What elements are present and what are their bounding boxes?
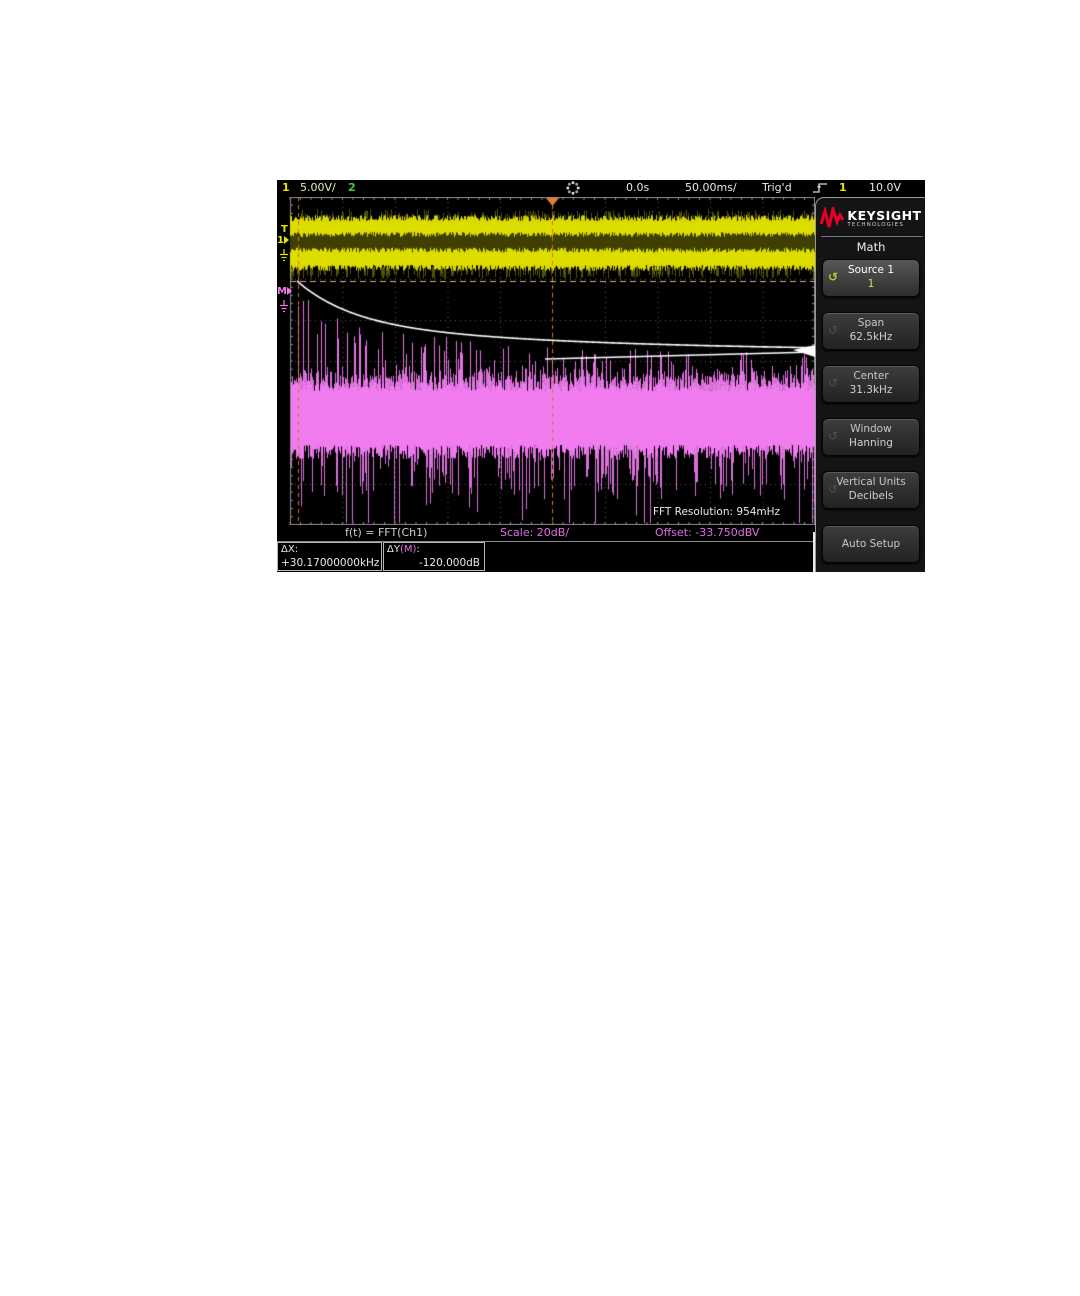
softkey-window[interactable]: ↺ Window Hanning — [822, 418, 920, 456]
knob-rotate-icon: ↺ — [828, 270, 839, 284]
trigger-status: Trig'd — [762, 181, 792, 194]
trigger-level-marker[interactable]: T — [281, 225, 288, 235]
waveform-display — [277, 197, 815, 525]
arrow-right-icon — [286, 287, 292, 295]
delta-x-label: ΔX: — [281, 544, 299, 555]
keysight-spark-icon — [820, 207, 845, 228]
acquisition-spinner-icon — [566, 181, 580, 198]
horizontal-delay[interactable]: 0.0s — [626, 181, 649, 194]
waveform-area: T 1 M FFT Resolution: 954mHz — [277, 197, 815, 525]
math-settings-row: f(t) = FFT(Ch1) Scale: 20dB/ Offset: -33… — [277, 525, 815, 542]
softkey-source[interactable]: ↺ Source 1 1 — [822, 259, 920, 297]
knob-rotate-icon: ↺ — [828, 376, 839, 390]
status-bar: 1 5.00V/ 2 0.0s 50.00ms/ Trig'd 1 10.0V — [277, 180, 925, 197]
delta-y-readout: ΔY(M): -120.000dB — [383, 542, 485, 571]
math-offset-label[interactable]: Offset: -33.750dBV — [655, 526, 759, 539]
delta-x-readout: ΔX: +30.17000000kHz — [277, 542, 382, 571]
trigger-level[interactable]: 10.0V — [869, 181, 901, 194]
keysight-logo: KEYSIGHT TECHNOLOGIES — [816, 203, 925, 233]
channel1-ground-marker[interactable]: 1 — [277, 236, 289, 246]
knob-rotate-icon: ↺ — [828, 429, 839, 443]
math-scale-label[interactable]: Scale: 20dB/ — [500, 526, 569, 539]
delta-y-label: ΔY(M): — [387, 544, 420, 555]
delta-x-value: +30.17000000kHz — [281, 557, 380, 569]
channel1-ground-icon — [279, 247, 289, 266]
fft-resolution-readout: FFT Resolution: 954mHz — [653, 506, 781, 518]
brand-name: KEYSIGHT — [847, 207, 922, 223]
cursor-readout-row: ΔX: +30.17000000kHz ΔY(M): -120.000dB — [277, 542, 815, 572]
channel1-scale[interactable]: 5.00V/ — [300, 181, 336, 194]
knob-rotate-icon: ↺ — [828, 323, 839, 337]
delta-y-value: -120.000dB — [418, 557, 480, 569]
trigger-edge-icon — [813, 181, 829, 197]
trigger-source[interactable]: 1 — [839, 181, 847, 194]
softkey-vertical-units[interactable]: ↺ Vertical Units Decibels — [822, 471, 920, 509]
channel2-number[interactable]: 2 — [348, 181, 356, 194]
channel1-number[interactable]: 1 — [282, 181, 290, 194]
knob-rotate-icon: ↺ — [828, 482, 839, 496]
arrow-right-icon — [283, 236, 289, 244]
timebase-setting[interactable]: 50.00ms/ — [685, 181, 737, 194]
math-ground-marker[interactable]: M — [277, 287, 292, 297]
softkey-auto-setup[interactable]: Auto Setup — [822, 525, 920, 563]
oscilloscope-screen: 1 5.00V/ 2 0.0s 50.00ms/ Trig'd 1 10.0V … — [277, 180, 925, 572]
softkey-panel: KEYSIGHT TECHNOLOGIES Math ↺ Source 1 1 … — [815, 197, 925, 572]
softkey-center[interactable]: ↺ Center 31.3kHz — [822, 365, 920, 403]
math-function-label[interactable]: f(t) = FFT(Ch1) — [345, 526, 427, 539]
menu-title: Math — [856, 240, 886, 254]
math-ground-icon — [279, 298, 289, 317]
softkey-span[interactable]: ↺ Span 62.5kHz — [822, 312, 920, 350]
panel-separator — [821, 236, 923, 237]
